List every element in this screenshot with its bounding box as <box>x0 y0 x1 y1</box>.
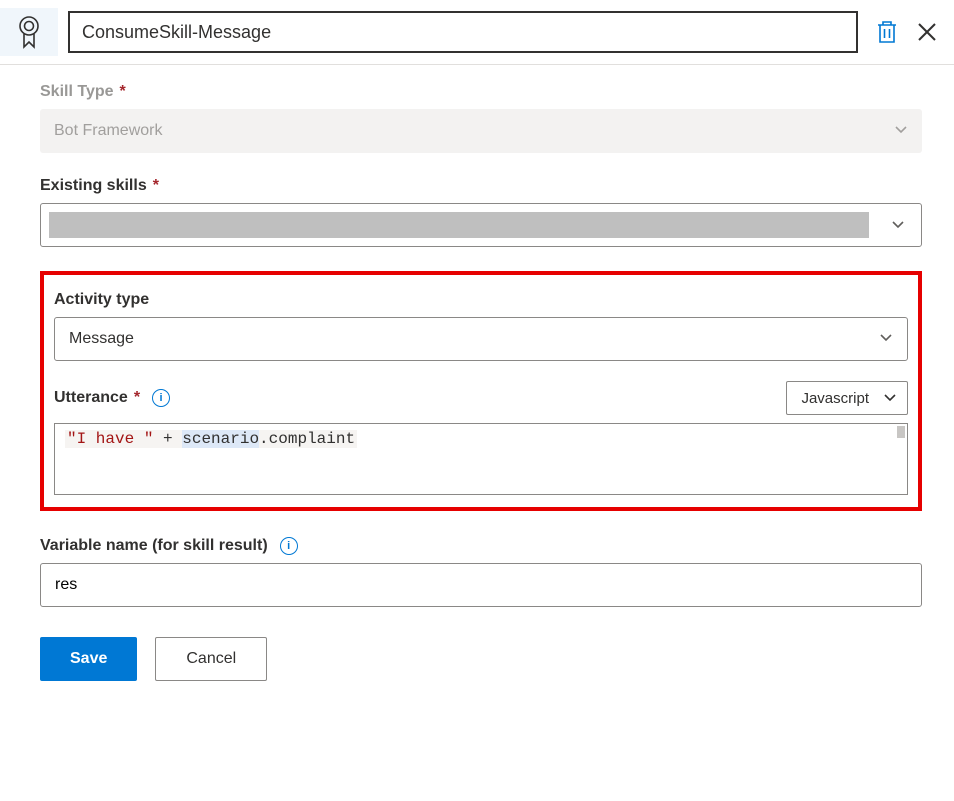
field-skill-type: Skill Type * Bot Framework <box>40 83 922 153</box>
chevron-down-icon <box>894 122 908 140</box>
info-icon[interactable]: i <box>152 389 170 407</box>
scrollbar-thumb[interactable] <box>897 426 905 438</box>
chevron-down-icon <box>875 204 921 246</box>
chevron-down-icon <box>879 330 893 348</box>
code-dot: . <box>259 430 269 448</box>
skill-type-label: Skill Type * <box>40 83 922 101</box>
existing-skills-redacted-value <box>49 212 869 238</box>
existing-skills-label: Existing skills * <box>40 177 922 195</box>
panel-header: ConsumeSkill-Message <box>0 0 954 65</box>
field-variable-name: Variable name (for skill result) i <box>40 537 922 607</box>
close-icon <box>916 21 938 43</box>
title-rest-part: -Message <box>192 22 271 43</box>
code-line: "I have " + scenario.complaint <box>65 430 357 448</box>
title-input[interactable]: ConsumeSkill-Message <box>68 11 858 53</box>
ribbon-icon-wrap <box>0 8 58 56</box>
ribbon-icon <box>16 15 42 49</box>
cancel-button[interactable]: Cancel <box>155 637 267 681</box>
skill-type-label-text: Skill Type <box>40 83 114 101</box>
utterance-code-editor[interactable]: "I have " + scenario.complaint <box>54 423 908 495</box>
code-operator: + <box>153 430 182 448</box>
field-utterance: Utterance * i Javascript "I have " + scen… <box>54 381 908 495</box>
trash-icon <box>876 20 898 44</box>
field-activity-type: Activity type Message <box>54 291 908 361</box>
utterance-label: Utterance * i <box>54 389 170 407</box>
required-indicator: * <box>120 83 126 101</box>
close-button[interactable] <box>916 21 938 43</box>
utterance-lang-select[interactable]: Javascript <box>786 381 908 415</box>
required-indicator: * <box>134 389 140 407</box>
footer-buttons: Save Cancel <box>40 637 922 681</box>
panel-content: Skill Type * Bot Framework Existing skil… <box>0 65 954 705</box>
existing-skills-select[interactable] <box>40 203 922 247</box>
field-existing-skills: Existing skills * <box>40 177 922 247</box>
title-underlined-part: ConsumeSkill <box>82 22 192 43</box>
required-indicator: * <box>153 177 159 195</box>
save-button[interactable]: Save <box>40 637 137 681</box>
skill-type-value: Bot Framework <box>54 122 162 140</box>
code-string-literal: "I have " <box>67 430 153 448</box>
skill-type-select: Bot Framework <box>40 109 922 153</box>
activity-type-label: Activity type <box>54 291 908 309</box>
variable-name-label: Variable name (for skill result) i <box>40 537 922 555</box>
header-actions <box>868 20 944 44</box>
utterance-lang-value: Javascript <box>801 390 869 407</box>
variable-name-input[interactable] <box>40 563 922 607</box>
activity-type-value: Message <box>69 330 134 348</box>
info-icon[interactable]: i <box>280 537 298 555</box>
variable-name-label-text: Variable name (for skill result) <box>40 537 268 555</box>
highlight-box: Activity type Message Utterance * i Javas… <box>40 271 922 511</box>
activity-type-label-text: Activity type <box>54 291 149 309</box>
activity-type-select[interactable]: Message <box>54 317 908 361</box>
code-identifier: complaint <box>269 430 355 448</box>
utterance-header-row: Utterance * i Javascript <box>54 381 908 415</box>
chevron-down-icon <box>883 390 897 407</box>
delete-button[interactable] <box>876 20 898 44</box>
code-identifier: scenario <box>182 430 259 448</box>
existing-skills-label-text: Existing skills <box>40 177 147 195</box>
utterance-label-text: Utterance <box>54 389 128 407</box>
